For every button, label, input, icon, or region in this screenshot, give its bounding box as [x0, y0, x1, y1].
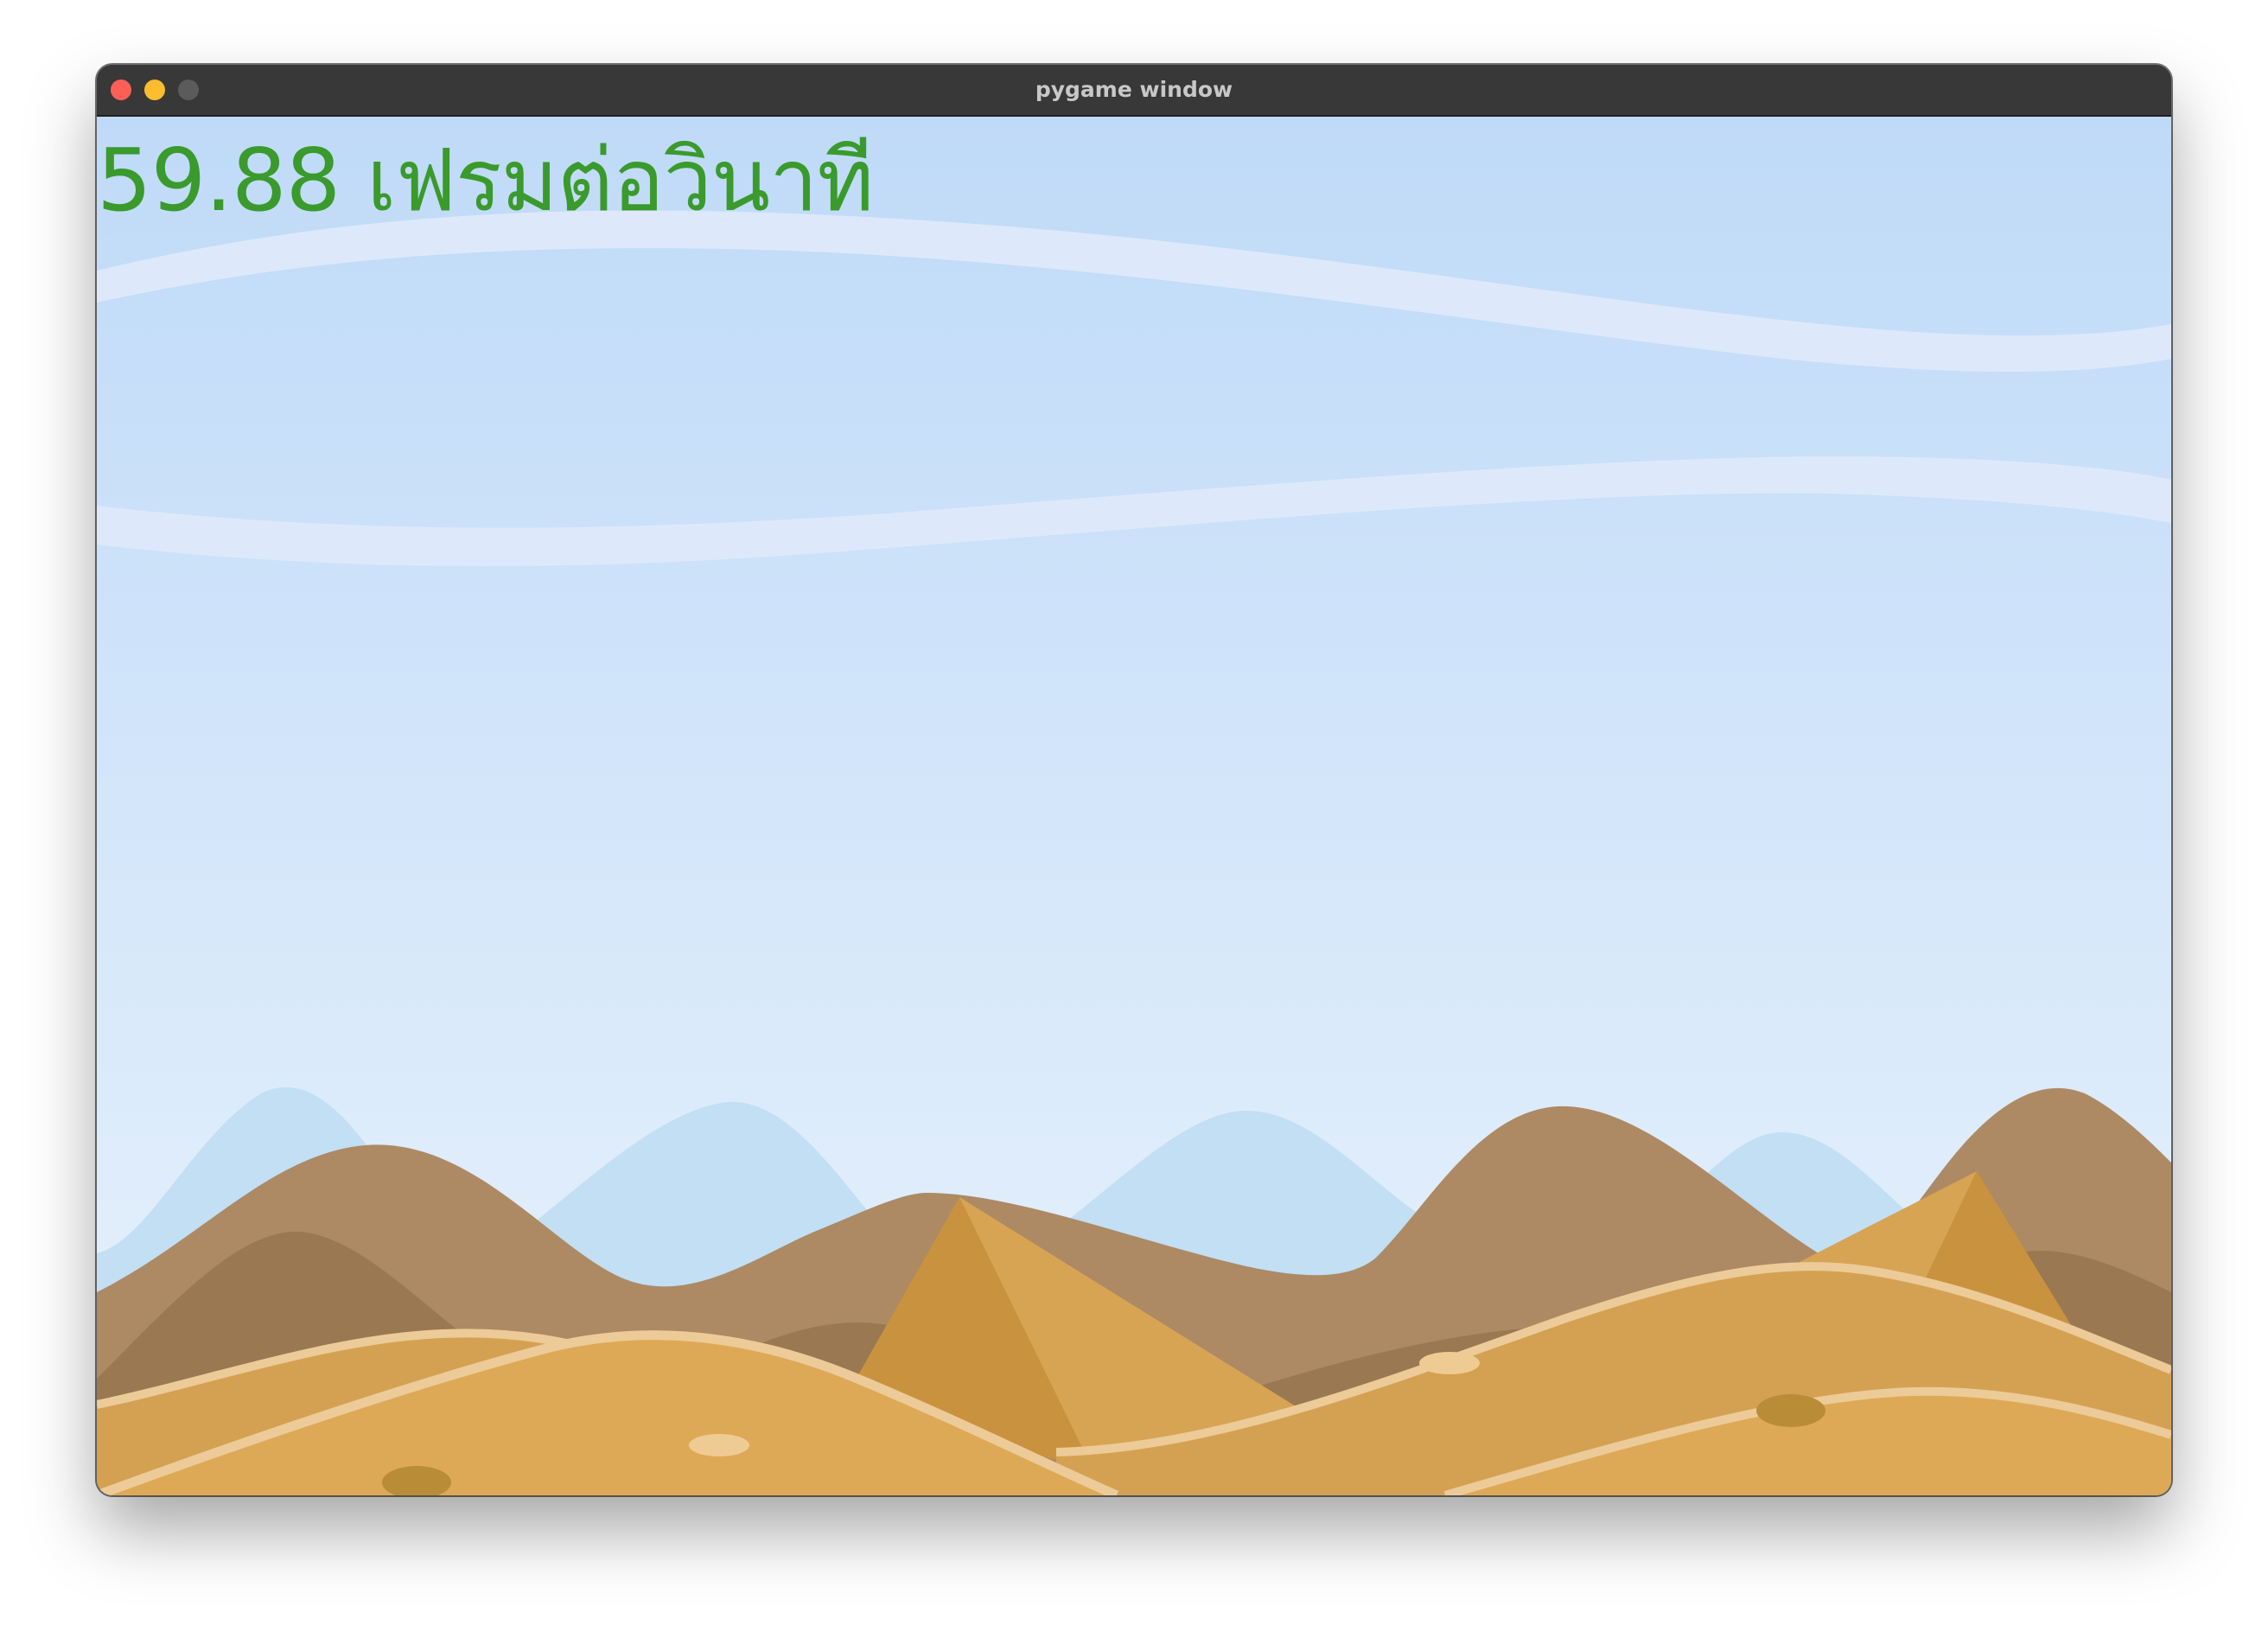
fps-counter: 59.88 เฟรมต่อวินาที — [97, 130, 874, 231]
stone-dark-right — [1756, 1394, 1825, 1427]
desert-scene — [97, 117, 2171, 1495]
window-title: pygame window — [1035, 77, 1233, 102]
app-window: pygame window 59.88 เฟรมต่อวินาที — [97, 65, 2171, 1495]
stone-light-left — [689, 1434, 749, 1456]
game-canvas[interactable]: 59.88 เฟรมต่อวินาที — [97, 117, 2171, 1495]
title-bar[interactable]: pygame window — [97, 65, 2171, 117]
stone-light-right — [1419, 1352, 1480, 1374]
